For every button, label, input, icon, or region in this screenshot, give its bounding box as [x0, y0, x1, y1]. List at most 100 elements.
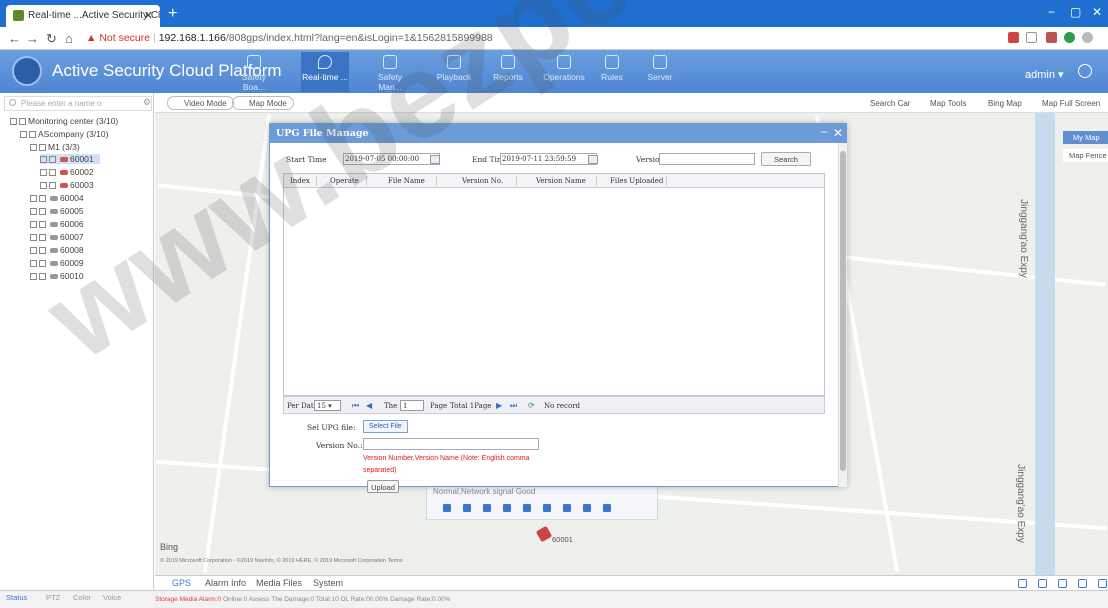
- history-icon[interactable]: [603, 504, 611, 512]
- forward-icon[interactable]: →: [26, 31, 39, 46]
- operations-icon: [557, 55, 571, 69]
- reload-icon[interactable]: ↻: [46, 31, 57, 47]
- tab-color[interactable]: Color: [73, 593, 91, 602]
- map-tools-button[interactable]: Map Tools: [930, 99, 966, 108]
- tab-voice[interactable]: Voice: [103, 593, 121, 602]
- location-icon[interactable]: [483, 504, 491, 512]
- tree-node[interactable]: M1 (3/3): [30, 142, 80, 152]
- scrollbar-thumb[interactable]: [840, 151, 846, 471]
- page-number-input[interactable]: 1: [400, 400, 424, 411]
- profile-icon[interactable]: [1082, 32, 1093, 43]
- column-header[interactable]: Files Uploaded: [610, 177, 663, 185]
- user-menu[interactable]: admin ▾: [1025, 68, 1064, 81]
- bing-map-button[interactable]: Bing Map: [988, 99, 1022, 108]
- nav-safety-manage[interactable]: Safety Man...: [366, 52, 414, 92]
- map-fence-button[interactable]: Map Fence: [1063, 149, 1108, 162]
- upload-button[interactable]: Upload: [367, 480, 399, 493]
- nav-operations[interactable]: Operations: [540, 52, 588, 92]
- panel-icon[interactable]: [1058, 579, 1067, 588]
- nav-server[interactable]: Server: [636, 52, 684, 92]
- tree-vehicle[interactable]: 60008: [30, 245, 84, 255]
- calendar-icon[interactable]: [588, 155, 598, 164]
- column-header[interactable]: Version Name: [536, 177, 586, 185]
- map-full-screen-button[interactable]: Map Full Screen: [1042, 99, 1106, 108]
- back-icon[interactable]: ←: [8, 31, 21, 46]
- start-time-field[interactable]: 2019-07-05 00:00:00: [343, 153, 440, 165]
- close-tab-icon[interactable]: ✕: [144, 9, 153, 22]
- vehicle-search-input[interactable]: Please enter a name o: [4, 96, 152, 111]
- previous-page-icon[interactable]: ◀: [366, 401, 372, 410]
- restore-icon[interactable]: ▢: [1070, 5, 1081, 19]
- tree-vehicle[interactable]: 60006: [30, 219, 84, 229]
- end-time-field[interactable]: 2019-07-11 23:59:59: [500, 153, 597, 165]
- tool-icon[interactable]: [563, 504, 571, 512]
- url-field[interactable]: ▲ Not secure | 192.168.1.166/808gps/inde…: [86, 32, 493, 44]
- last-page-icon[interactable]: ⏭: [510, 401, 517, 411]
- home-icon[interactable]: ⌂: [65, 31, 73, 46]
- panel-icon[interactable]: [1018, 579, 1027, 588]
- tab-media-files[interactable]: Media Files: [256, 578, 302, 588]
- version-input[interactable]: [659, 153, 755, 165]
- settings-icon[interactable]: ⚙: [143, 97, 151, 108]
- tree-node[interactable]: Monitoring center (3/10): [10, 116, 118, 126]
- search-button[interactable]: Search: [761, 152, 811, 166]
- search-car-button[interactable]: Search Car: [870, 99, 910, 108]
- version-no-input[interactable]: [363, 438, 539, 450]
- per-page-select[interactable]: 15 ▾: [314, 400, 341, 411]
- tab-ptz[interactable]: PTZ: [46, 593, 60, 602]
- dialog-scrollbar[interactable]: [838, 143, 847, 487]
- tree-vehicle[interactable]: 60005: [30, 206, 84, 216]
- window-icon[interactable]: [583, 504, 591, 512]
- star-icon[interactable]: [1026, 32, 1037, 43]
- column-header[interactable]: Operate: [330, 177, 359, 185]
- extension-icon[interactable]: [1046, 32, 1057, 43]
- map-mode-button[interactable]: Map Mode: [232, 96, 294, 110]
- minimize-icon[interactable]: −: [1048, 5, 1055, 19]
- tree-vehicle[interactable]: 60002: [40, 167, 94, 177]
- panel-icon[interactable]: [1098, 579, 1107, 588]
- panel-icon[interactable]: [1038, 579, 1047, 588]
- tree-vehicle[interactable]: 60007: [30, 232, 84, 242]
- tree-node[interactable]: AScompany (3/10): [20, 129, 108, 139]
- tree-vehicle[interactable]: 60004: [30, 193, 84, 203]
- column-header[interactable]: Index: [290, 177, 310, 185]
- tab-gps[interactable]: GPS: [172, 578, 191, 588]
- column-header[interactable]: File Name: [388, 177, 425, 185]
- video-mode-button[interactable]: Video Mode: [167, 96, 234, 110]
- bing-logo: Bing: [160, 542, 179, 552]
- my-map-button[interactable]: My Map: [1063, 131, 1108, 144]
- next-page-icon[interactable]: ▶: [496, 401, 502, 410]
- search-placeholder: Please enter a name o: [21, 99, 102, 108]
- video-icon[interactable]: [443, 504, 451, 512]
- tree-vehicle[interactable]: 60009: [30, 258, 84, 268]
- refresh-icon[interactable]: ⟳: [528, 401, 535, 410]
- camera-icon[interactable]: [503, 504, 511, 512]
- first-page-icon[interactable]: ⏮: [352, 401, 359, 411]
- tab-alarm-info[interactable]: Alarm Info: [205, 578, 246, 588]
- extension-icon[interactable]: [1008, 32, 1019, 43]
- message-icon[interactable]: [523, 504, 531, 512]
- tab-status[interactable]: Status: [6, 593, 27, 602]
- minimize-icon[interactable]: –: [821, 126, 827, 138]
- tree-vehicle[interactable]: 60010: [30, 271, 84, 281]
- calendar-icon[interactable]: [430, 155, 440, 164]
- browser-tab[interactable]: Real-time ...Active Security Cl ✕: [6, 5, 160, 27]
- nav-playback[interactable]: Playback: [430, 52, 478, 92]
- phone-icon[interactable]: [463, 504, 471, 512]
- tab-system[interactable]: System: [313, 578, 343, 588]
- tree-vehicle[interactable]: 60003: [40, 180, 94, 190]
- tree-vehicle[interactable]: 60001: [40, 154, 100, 164]
- column-header[interactable]: Version No.: [462, 177, 503, 185]
- extension-icon[interactable]: [1064, 32, 1075, 43]
- nav-reports[interactable]: Reports: [484, 52, 532, 92]
- close-window-icon[interactable]: ✕: [1092, 5, 1102, 19]
- nav-real-time[interactable]: Real-time ...: [301, 52, 349, 92]
- power-icon[interactable]: [1078, 64, 1092, 78]
- more-icon[interactable]: [543, 504, 551, 512]
- nav-rules[interactable]: Rules: [588, 52, 636, 92]
- new-tab-icon[interactable]: +: [168, 5, 177, 23]
- nav-safety-board[interactable]: Safety Boa...: [230, 52, 278, 92]
- select-file-button[interactable]: Select File: [363, 420, 408, 433]
- panel-icon[interactable]: [1078, 579, 1087, 588]
- close-icon[interactable]: ✕: [833, 126, 843, 140]
